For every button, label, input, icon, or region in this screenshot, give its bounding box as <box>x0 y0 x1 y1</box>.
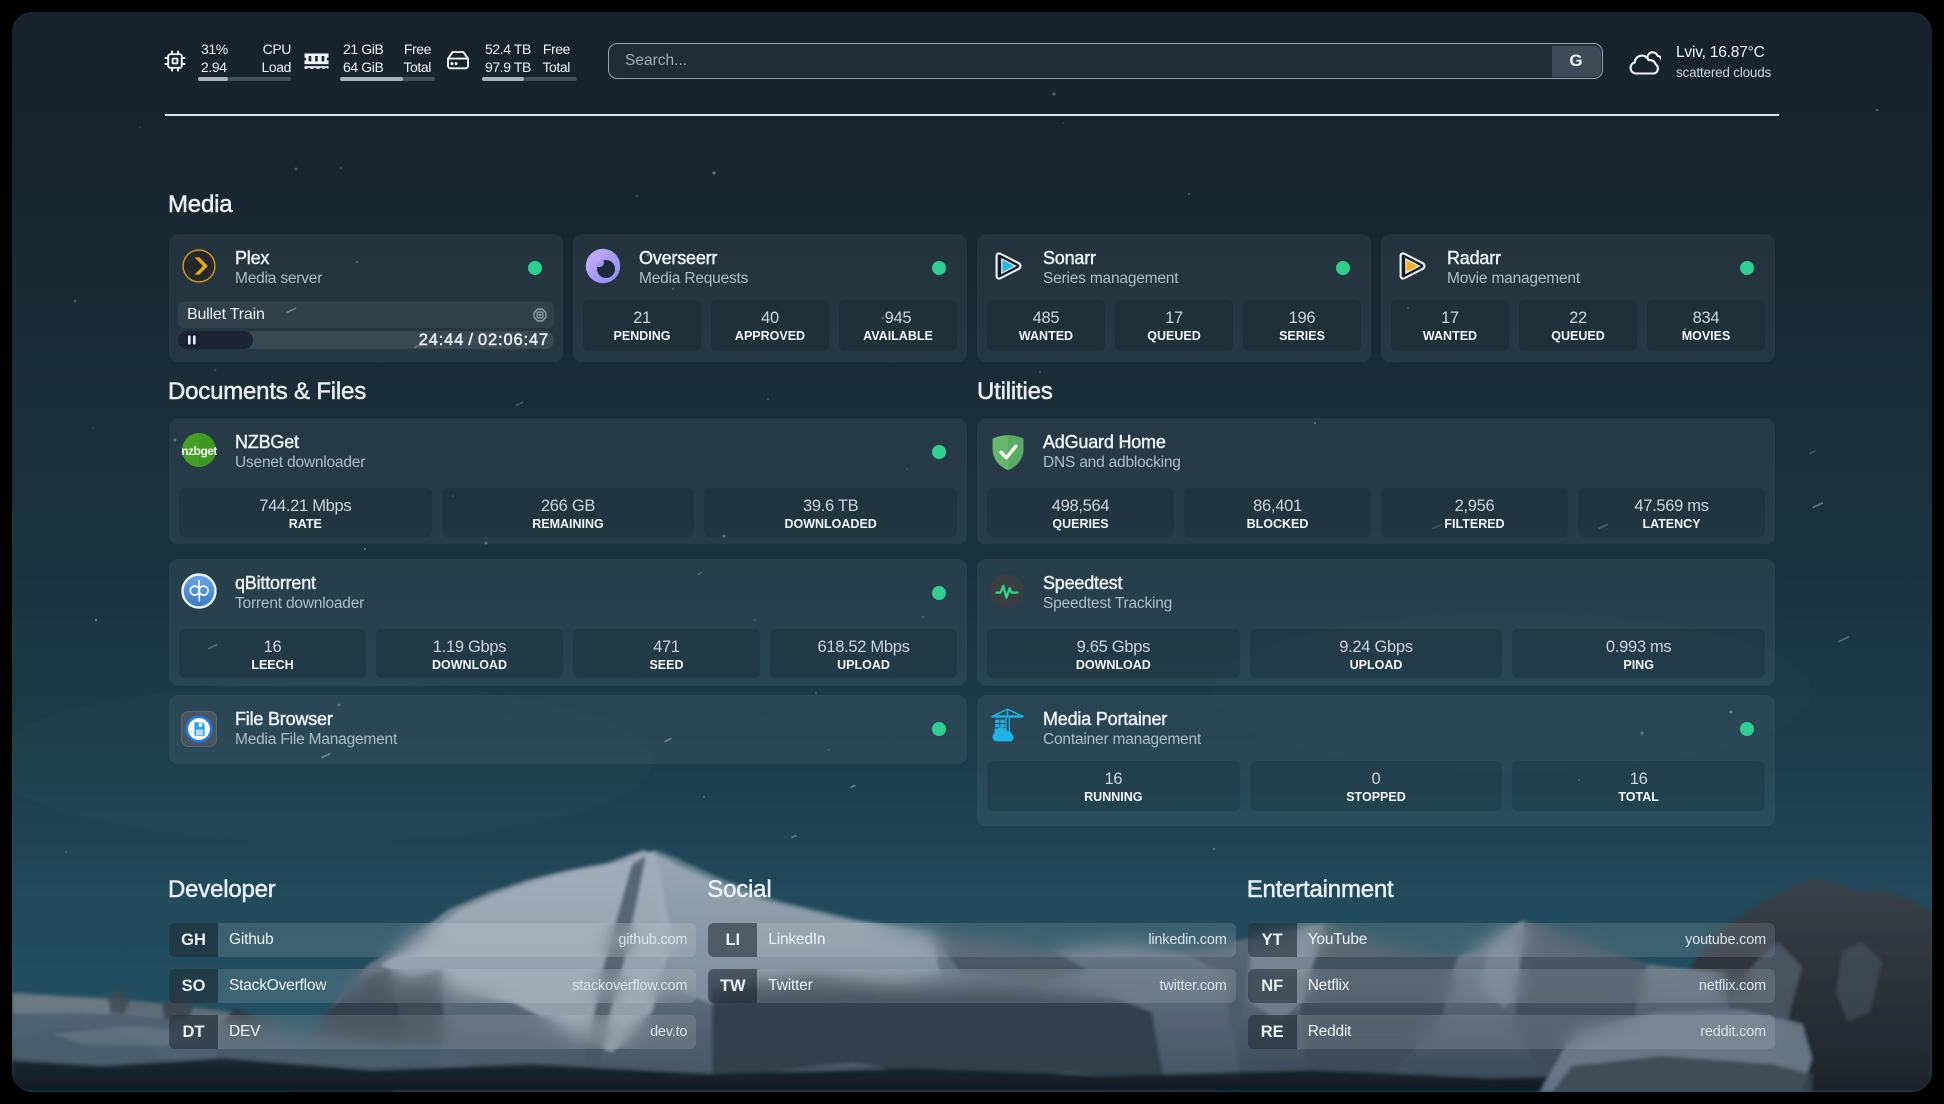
svg-text:nzbget: nzbget <box>181 444 217 458</box>
